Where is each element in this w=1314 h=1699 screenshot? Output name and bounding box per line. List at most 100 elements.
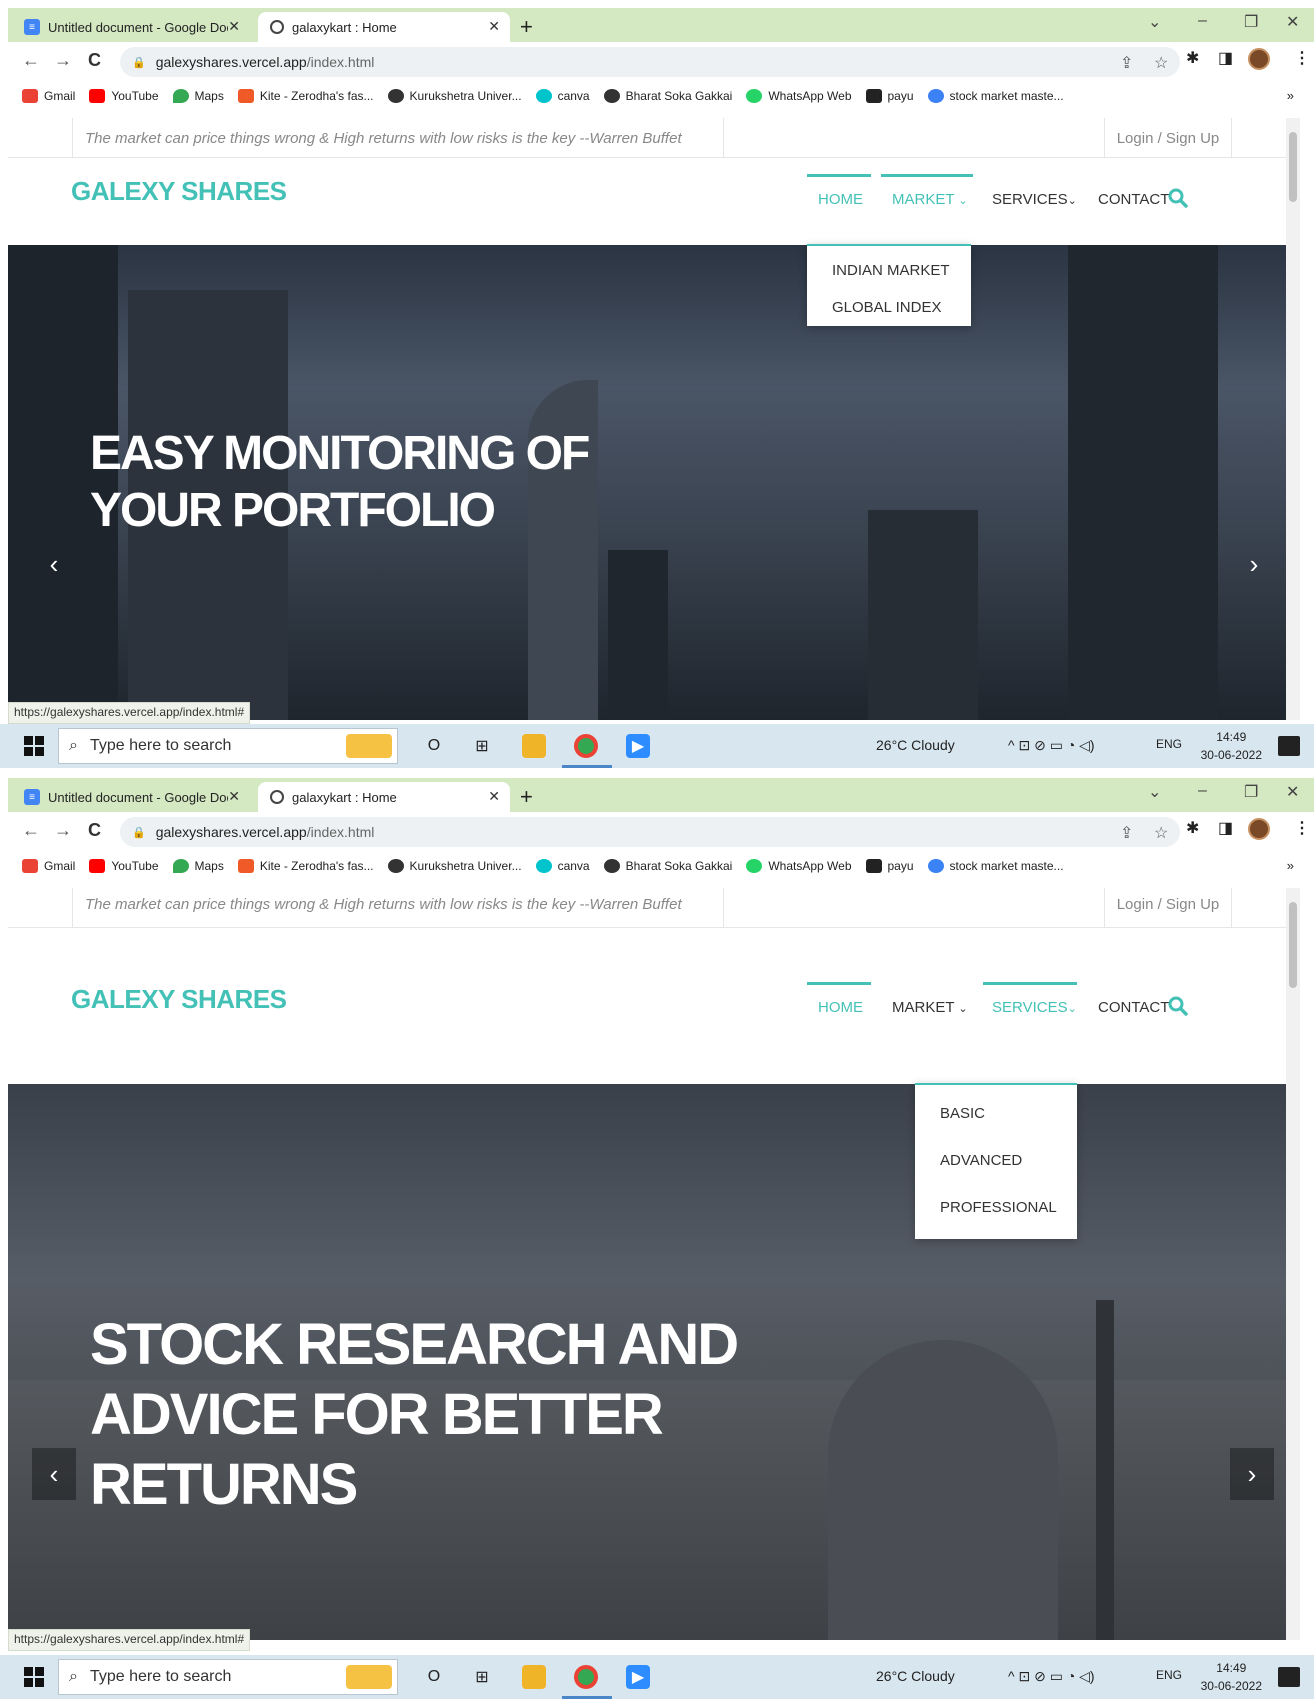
weather-widget-icon[interactable] — [346, 734, 392, 758]
scrollbar-thumb[interactable] — [1289, 132, 1297, 202]
profile-avatar[interactable] — [1248, 48, 1270, 70]
bookmark-kurukshetra[interactable]: Kurukshetra Univer... — [387, 89, 522, 103]
notification-icon[interactable] — [1278, 1667, 1300, 1687]
close-window-button[interactable]: ✕ — [1286, 12, 1299, 32]
file-explorer-icon[interactable] — [522, 1665, 546, 1689]
task-view-icon[interactable]: ⊞ — [470, 734, 494, 758]
tab-search-icon[interactable]: ⌄ — [1148, 782, 1161, 802]
nav-services[interactable]: SERVICES⌄ — [992, 191, 1077, 208]
bookmark-whatsapp[interactable]: WhatsApp Web — [746, 859, 852, 873]
tab-galaxykart[interactable]: galaxykart : Home ✕ — [258, 12, 510, 42]
carousel-prev-button[interactable]: ‹ — [32, 1448, 76, 1500]
share-icon[interactable]: ⇪ — [1120, 53, 1133, 73]
notification-icon[interactable] — [1278, 736, 1300, 756]
file-explorer-icon[interactable] — [522, 734, 546, 758]
page-scrollbar[interactable] — [1286, 118, 1300, 720]
bookmark-kite[interactable]: Kite - Zerodha's fas... — [237, 89, 374, 103]
bookmark-maps[interactable]: Maps — [172, 859, 224, 873]
nav-market[interactable]: MARKET ⌄ — [892, 999, 968, 1016]
tab-google-docs[interactable]: ≡ Untitled document - Google Docs ✕ — [12, 782, 250, 812]
nav-home[interactable]: HOME — [818, 999, 863, 1016]
close-window-button[interactable]: ✕ — [1286, 782, 1299, 802]
carousel-next-button[interactable]: › — [1232, 538, 1276, 590]
brand-logo[interactable]: GALEXY SHARES — [71, 176, 287, 207]
bookmark-payu[interactable]: payu — [865, 89, 914, 103]
search-icon[interactable] — [1168, 996, 1188, 1016]
tab-galaxykart[interactable]: galaxykart : Home ✕ — [258, 782, 510, 812]
minimize-button[interactable]: – — [1198, 12, 1207, 30]
menu-item-advanced[interactable]: ADVANCED — [940, 1152, 1022, 1169]
more-bookmarks-icon[interactable]: » — [1287, 858, 1294, 873]
clock[interactable]: 14:49 30-06-2022 — [1201, 1659, 1262, 1695]
cortana-icon[interactable]: O — [422, 1665, 446, 1689]
zoom-icon[interactable]: ▶ — [626, 734, 650, 758]
star-icon[interactable]: ☆ — [1154, 823, 1168, 843]
page-scrollbar[interactable] — [1286, 888, 1300, 1640]
task-view-icon[interactable]: ⊞ — [470, 1665, 494, 1689]
side-panel-icon[interactable]: ◨ — [1218, 818, 1233, 838]
bookmark-youtube[interactable]: YouTube — [89, 89, 159, 103]
menu-item-indian-market[interactable]: INDIAN MARKET — [832, 262, 950, 279]
back-icon[interactable]: ← — [22, 50, 40, 71]
language-indicator[interactable]: ENG — [1156, 1668, 1182, 1682]
tray-icons[interactable]: ^ ⊡ ⊘ ▭ ◔ ◁) — [1008, 1668, 1095, 1685]
menu-item-basic[interactable]: BASIC — [940, 1105, 985, 1122]
bookmark-stock-market[interactable]: stock market maste... — [927, 859, 1064, 873]
forward-icon[interactable]: → — [54, 820, 72, 841]
side-panel-icon[interactable]: ◨ — [1218, 48, 1233, 68]
share-icon[interactable]: ⇪ — [1120, 823, 1133, 843]
bookmark-gmail[interactable]: Gmail — [22, 89, 75, 103]
brand-logo[interactable]: GALEXY SHARES — [71, 984, 287, 1015]
menu-icon[interactable]: ⋮ — [1294, 48, 1310, 68]
nav-services[interactable]: SERVICES⌄ — [992, 999, 1077, 1016]
chrome-icon[interactable] — [574, 734, 598, 758]
nav-market[interactable]: MARKET ⌄ — [892, 191, 968, 208]
extensions-icon[interactable]: ✱ — [1186, 48, 1199, 68]
forward-icon[interactable]: → — [54, 50, 72, 71]
bookmark-maps[interactable]: Maps — [172, 89, 224, 103]
search-icon[interactable] — [1168, 188, 1188, 208]
windows-start-icon[interactable] — [24, 736, 44, 756]
restore-button[interactable]: ❐ — [1244, 782, 1258, 802]
reload-icon[interactable]: C — [88, 820, 101, 841]
weather-status[interactable]: 26°C Cloudy — [876, 737, 955, 753]
tab-close-icon[interactable]: ✕ — [488, 18, 500, 35]
tray-icons[interactable]: ^ ⊡ ⊘ ▭ ◔ ◁) — [1008, 737, 1095, 754]
reload-icon[interactable]: C — [88, 50, 101, 71]
menu-item-global-index[interactable]: GLOBAL INDEX — [832, 299, 941, 316]
chrome-icon[interactable] — [574, 1665, 598, 1689]
back-icon[interactable]: ← — [22, 820, 40, 841]
bookmark-gmail[interactable]: Gmail — [22, 859, 75, 873]
nav-contact[interactable]: CONTACT — [1098, 191, 1169, 208]
tab-search-icon[interactable]: ⌄ — [1148, 12, 1161, 32]
bookmark-canva[interactable]: canva — [535, 859, 590, 873]
restore-button[interactable]: ❐ — [1244, 12, 1258, 32]
address-bar[interactable]: 🔒 galexyshares.vercel.app/index.html ⇪ ☆ — [120, 817, 1180, 847]
star-icon[interactable]: ☆ — [1154, 53, 1168, 73]
menu-icon[interactable]: ⋮ — [1294, 818, 1310, 838]
weather-widget-icon[interactable] — [346, 1665, 392, 1689]
login-signup-link[interactable]: Login / Sign Up — [1104, 118, 1232, 158]
new-tab-button[interactable]: + — [520, 14, 533, 40]
bookmark-whatsapp[interactable]: WhatsApp Web — [746, 89, 852, 103]
bookmark-payu[interactable]: payu — [865, 859, 914, 873]
language-indicator[interactable]: ENG — [1156, 737, 1182, 751]
windows-start-icon[interactable] — [24, 1667, 44, 1687]
carousel-next-button[interactable]: › — [1230, 1448, 1274, 1500]
bookmark-bsg[interactable]: Bharat Soka Gakkai — [603, 859, 732, 873]
bookmark-kurukshetra[interactable]: Kurukshetra Univer... — [387, 859, 522, 873]
more-bookmarks-icon[interactable]: » — [1287, 88, 1294, 103]
bookmark-stock-market[interactable]: stock market maste... — [927, 89, 1064, 103]
new-tab-button[interactable]: + — [520, 784, 533, 810]
menu-item-professional[interactable]: PROFESSIONAL — [940, 1199, 1057, 1216]
bookmark-youtube[interactable]: YouTube — [89, 859, 159, 873]
bookmark-kite[interactable]: Kite - Zerodha's fas... — [237, 859, 374, 873]
cortana-icon[interactable]: O — [422, 734, 446, 758]
minimize-button[interactable]: – — [1198, 782, 1207, 800]
bookmark-canva[interactable]: canva — [535, 89, 590, 103]
tab-close-icon[interactable]: ✕ — [488, 788, 500, 805]
extensions-icon[interactable]: ✱ — [1186, 818, 1199, 838]
nav-contact[interactable]: CONTACT — [1098, 999, 1169, 1016]
profile-avatar[interactable] — [1248, 818, 1270, 840]
tab-close-icon[interactable]: ✕ — [228, 18, 240, 35]
